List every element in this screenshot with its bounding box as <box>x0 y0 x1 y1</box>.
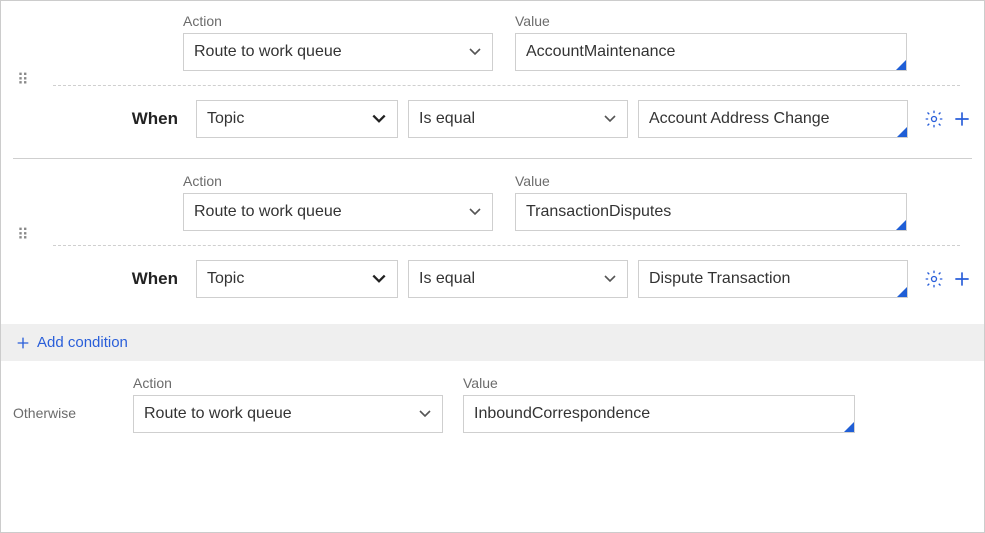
action-select-value: Route to work queue <box>194 203 342 221</box>
plus-icon <box>15 335 31 351</box>
action-select[interactable]: Route to work queue <box>183 193 493 231</box>
value-field: Value TransactionDisputes <box>515 173 907 231</box>
action-select[interactable]: Route to work queue <box>183 33 493 71</box>
value-label: Value <box>515 13 907 29</box>
action-row: Action Route to work queue Value Transac… <box>13 173 972 231</box>
rule-block-1: ⠿ Action Route to work queue Value Accou… <box>1 9 984 152</box>
when-operator-value: Is equal <box>419 110 475 128</box>
plus-icon[interactable] <box>952 269 972 289</box>
condition-actions <box>924 269 972 289</box>
action-label: Action <box>183 173 493 189</box>
autocomplete-corner-icon <box>897 127 907 137</box>
action-label: Action <box>183 13 493 29</box>
when-field-value: Topic <box>207 270 244 288</box>
when-row: When Topic Is equal Dispute Transaction <box>13 260 972 298</box>
value-input[interactable]: TransactionDisputes <box>515 193 907 231</box>
value-field: Value AccountMaintenance <box>515 13 907 71</box>
gear-icon[interactable] <box>924 269 944 289</box>
chevron-down-icon <box>603 112 617 126</box>
rule-block-2: ⠿ Action Route to work queue Value Trans… <box>1 159 984 312</box>
add-condition-button[interactable]: Add condition <box>1 324 984 361</box>
action-select-value: Route to work queue <box>194 43 342 61</box>
dashed-separator <box>53 85 960 86</box>
value-label: Value <box>515 173 907 189</box>
autocomplete-corner-icon <box>896 220 906 230</box>
otherwise-row: Otherwise Action Route to work queue Val… <box>1 361 984 433</box>
autocomplete-corner-icon <box>844 422 854 432</box>
otherwise-action-field: Action Route to work queue <box>133 375 443 433</box>
chevron-down-icon <box>371 271 387 287</box>
chevron-down-icon <box>371 111 387 127</box>
action-label: Action <box>133 375 443 391</box>
when-label: When <box>108 109 178 129</box>
when-operand-value: Account Address Change <box>649 110 830 128</box>
when-label: When <box>108 269 178 289</box>
otherwise-action-select[interactable]: Route to work queue <box>133 395 443 433</box>
autocomplete-corner-icon <box>896 60 906 70</box>
dashed-separator <box>53 245 960 246</box>
chevron-down-icon <box>418 407 432 421</box>
otherwise-value-input[interactable]: InboundCorrespondence <box>463 395 855 433</box>
value-text: AccountMaintenance <box>526 43 675 61</box>
value-text: TransactionDisputes <box>526 203 671 221</box>
drag-handle-icon[interactable]: ⠿ <box>17 233 31 239</box>
otherwise-label: Otherwise <box>13 405 113 421</box>
otherwise-value-field: Value InboundCorrespondence <box>463 375 855 433</box>
when-operator-select[interactable]: Is equal <box>408 260 628 298</box>
chevron-down-icon <box>468 45 482 59</box>
when-operator-value: Is equal <box>419 270 475 288</box>
otherwise-action-value: Route to work queue <box>144 405 292 423</box>
when-row: When Topic Is equal Account Address Chan… <box>13 100 972 138</box>
action-row: Action Route to work queue Value Account… <box>13 13 972 71</box>
drag-handle-icon[interactable]: ⠿ <box>17 78 31 84</box>
value-label: Value <box>463 375 855 391</box>
add-condition-label: Add condition <box>37 334 128 351</box>
gear-icon[interactable] <box>924 109 944 129</box>
autocomplete-corner-icon <box>897 287 907 297</box>
chevron-down-icon <box>468 205 482 219</box>
plus-icon[interactable] <box>952 109 972 129</box>
when-operator-select[interactable]: Is equal <box>408 100 628 138</box>
action-field: Action Route to work queue <box>183 13 493 71</box>
when-field-select[interactable]: Topic <box>196 100 398 138</box>
chevron-down-icon <box>603 272 617 286</box>
when-operand-input[interactable]: Account Address Change <box>638 100 908 138</box>
when-field-select[interactable]: Topic <box>196 260 398 298</box>
condition-actions <box>924 109 972 129</box>
action-field: Action Route to work queue <box>183 173 493 231</box>
when-operand-input[interactable]: Dispute Transaction <box>638 260 908 298</box>
when-field-value: Topic <box>207 110 244 128</box>
value-input[interactable]: AccountMaintenance <box>515 33 907 71</box>
when-operand-value: Dispute Transaction <box>649 270 790 288</box>
otherwise-value-text: InboundCorrespondence <box>474 405 650 423</box>
